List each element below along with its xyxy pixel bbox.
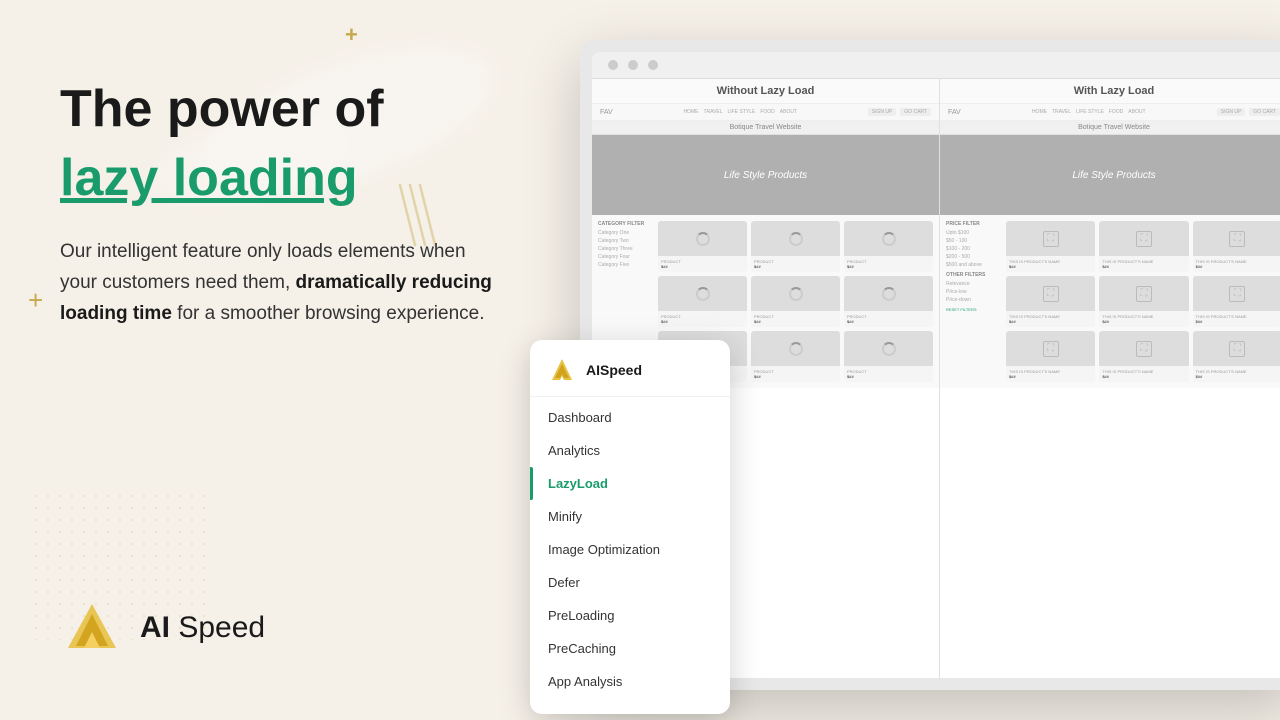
- loading-spinner: [789, 287, 803, 301]
- image-placeholder: [1229, 341, 1245, 357]
- hero-text-left: Life Style Products: [724, 170, 807, 181]
- popup-menu-item-lazyload[interactable]: LazyLoad: [530, 467, 730, 500]
- brand-ai: AI: [140, 611, 170, 644]
- product-card: THIS IS PRODUCT'S NAME$##: [1099, 221, 1188, 272]
- product-card: PRODUCT$##: [658, 221, 747, 272]
- popup-menu-item-app-analysis[interactable]: App Analysis: [530, 665, 730, 698]
- loading-spinner: [882, 287, 896, 301]
- product-card: THIS IS PRODUCT'S NAME$##: [1099, 276, 1188, 327]
- loading-spinner: [696, 287, 710, 301]
- popup-menu-item-minify[interactable]: Minify: [530, 500, 730, 533]
- site-hero-right: Life Style Products: [940, 135, 1280, 215]
- brand-logo: AI Speed: [60, 596, 265, 660]
- browser-btn-close: [608, 60, 618, 70]
- product-card: PRODUCT$##: [751, 276, 840, 327]
- site-nav-left: FAV HOME TRAVEL LIFE STYLE FOOD ABOUT SI…: [592, 104, 939, 121]
- product-card: THIS IS PRODUCT'S NAME$##: [1006, 331, 1095, 382]
- product-card: THIS IS PRODUCT'S NAME$##: [1193, 221, 1280, 272]
- site-subtitle-left: Botique Travel Website: [592, 121, 939, 135]
- brand-speed: Speed: [178, 611, 265, 644]
- sidebar-filter-right: PRICE FILTER Upto $100 $50 - 100 $100 - …: [946, 221, 1006, 382]
- left-plus-decoration: +: [28, 285, 43, 316]
- image-placeholder: [1043, 231, 1059, 247]
- site-nav-links-left: HOME TRAVEL LIFE STYLE FOOD ABOUT: [683, 109, 797, 115]
- panel-with-lazy: With Lazy Load FAV HOME TRAVEL LIFE STYL…: [940, 79, 1280, 678]
- aispeed-menu-popup: AISpeed Dashboard Analytics LazyLoad Min…: [530, 340, 730, 714]
- site-logo-left: FAV: [600, 109, 613, 116]
- product-card: PRODUCT$##: [844, 221, 933, 272]
- site-hero-left: Life Style Products: [592, 135, 939, 215]
- product-card: THIS IS PRODUCT'S NAME$##: [1099, 331, 1188, 382]
- popup-menu-item-dashboard[interactable]: Dashboard: [530, 401, 730, 434]
- product-card: PRODUCT$##: [751, 331, 840, 382]
- hero-content: The power of lazy loading Our intelligen…: [60, 80, 540, 330]
- product-card: THIS IS PRODUCT'S NAME$##: [1193, 331, 1280, 382]
- popup-app-name: AISpeed: [586, 362, 642, 378]
- site-logo-right: FAV: [948, 109, 961, 116]
- site-subtitle-right: Botique Travel Website: [940, 121, 1280, 135]
- loading-spinner: [789, 232, 803, 246]
- hero-title-line1: The power of: [60, 80, 540, 140]
- popup-header: AISpeed: [530, 356, 730, 397]
- loading-spinner: [789, 342, 803, 356]
- image-placeholder: [1136, 286, 1152, 302]
- hero-title-line2: lazy loading: [60, 148, 540, 208]
- brand-name: AI Speed: [140, 611, 265, 645]
- loading-spinner: [696, 232, 710, 246]
- site-nav-links-right: HOME TRAVEL LIFE STYLE FOOD ABOUT: [1032, 109, 1146, 115]
- panel-label-left: Without Lazy Load: [592, 79, 939, 104]
- popup-menu-item-image-optimization[interactable]: Image Optimization: [530, 533, 730, 566]
- product-card: PRODUCT$##: [844, 331, 933, 382]
- popup-menu-item-precaching[interactable]: PreCaching: [530, 632, 730, 665]
- filter-title-right: PRICE FILTER: [946, 221, 1000, 227]
- reset-filters-link[interactable]: RESET FILTERS: [946, 307, 1000, 312]
- browser-btn-maximize: [648, 60, 658, 70]
- product-card: THIS IS PRODUCT'S NAME$##: [1006, 221, 1095, 272]
- image-placeholder: [1136, 341, 1152, 357]
- loading-spinner: [882, 232, 896, 246]
- image-placeholder: [1229, 231, 1245, 247]
- decorative-plus: +: [345, 22, 358, 48]
- description-text-end: for a smoother browsing experience.: [172, 303, 485, 324]
- loading-spinner: [882, 342, 896, 356]
- popup-menu-item-analytics[interactable]: Analytics: [530, 434, 730, 467]
- popup-logo-icon: [548, 356, 576, 384]
- site-nav-btns-left: SIGN UP GO CART: [868, 108, 931, 116]
- image-placeholder: [1136, 231, 1152, 247]
- other-filter-title: OTHER FILTERS: [946, 272, 1000, 278]
- popup-menu-item-preloading[interactable]: PreLoading: [530, 599, 730, 632]
- image-placeholder: [1043, 286, 1059, 302]
- image-placeholder: [1043, 341, 1059, 357]
- product-card: PRODUCT$##: [658, 276, 747, 327]
- aispeed-logo-icon: [60, 596, 124, 660]
- products-grid-right: THIS IS PRODUCT'S NAME$## THIS IS PRODUC…: [1006, 221, 1280, 382]
- product-card: THIS IS PRODUCT'S NAME$##: [1006, 276, 1095, 327]
- browser-btn-minimize: [628, 60, 638, 70]
- browser-chrome: [592, 52, 1280, 79]
- popup-menu-item-defer[interactable]: Defer: [530, 566, 730, 599]
- panel-label-right: With Lazy Load: [940, 79, 1280, 104]
- hero-description: Our intelligent feature only loads eleme…: [60, 236, 500, 330]
- product-card: PRODUCT$##: [751, 221, 840, 272]
- product-card: PRODUCT$##: [844, 276, 933, 327]
- site-nav-btns-right: SIGN UP GO CART: [1217, 108, 1280, 116]
- image-placeholder: [1229, 286, 1245, 302]
- hero-text-right: Life Style Products: [1072, 170, 1155, 181]
- filter-title-left: CATEGORY FILTER: [598, 221, 652, 227]
- site-nav-right: FAV HOME TRAVEL LIFE STYLE FOOD ABOUT SI…: [940, 104, 1280, 121]
- product-card: THIS IS PRODUCT'S NAME$##: [1193, 276, 1280, 327]
- site-body-right: PRICE FILTER Upto $100 $50 - 100 $100 - …: [940, 215, 1280, 388]
